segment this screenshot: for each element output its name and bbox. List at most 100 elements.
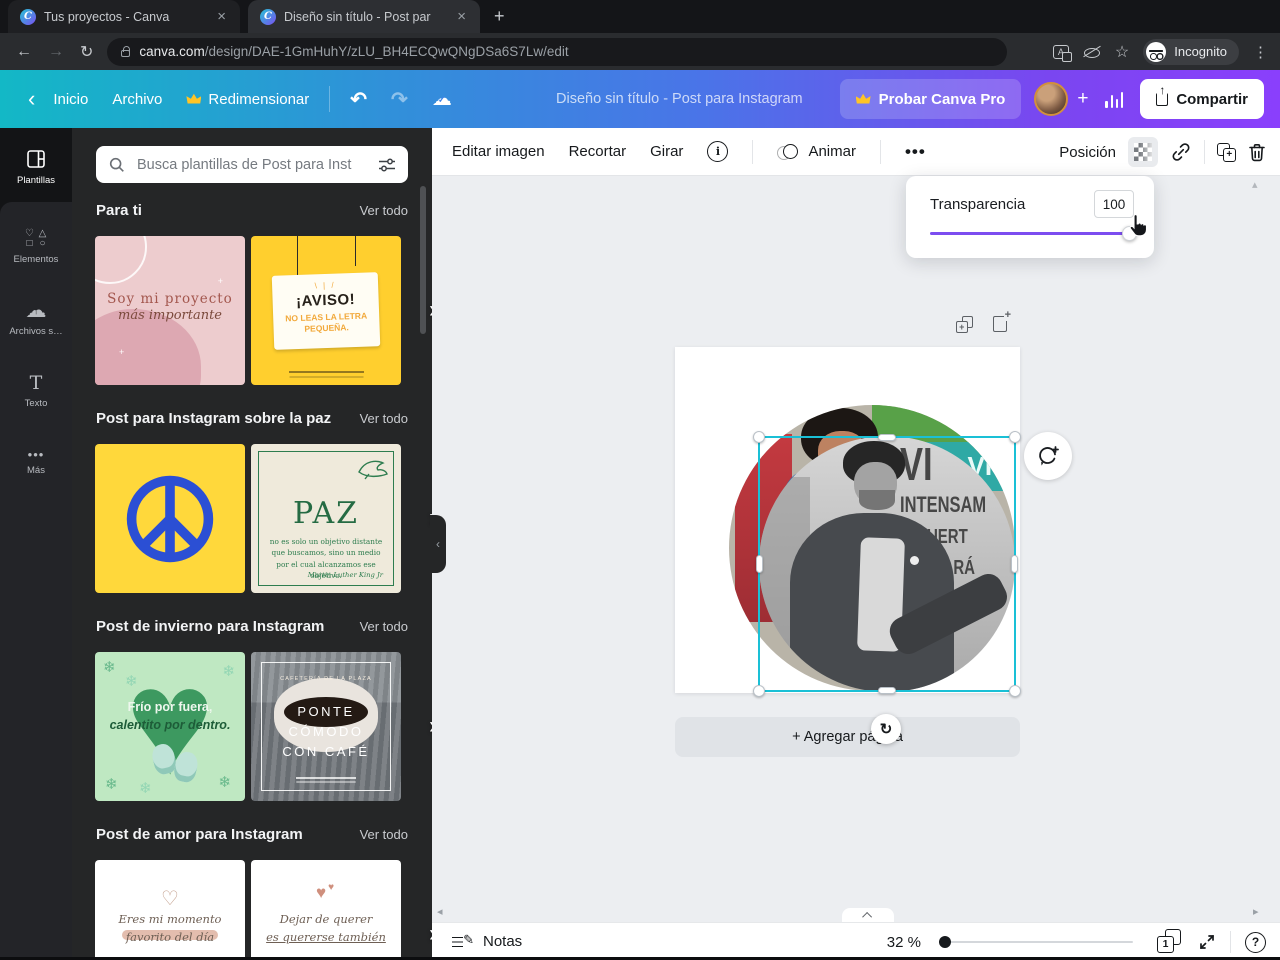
reload-icon[interactable]: ↻ [80,42,93,62]
template-thumb-frio[interactable]: ♥ ❄ ❄ ❄ ❄ ❄ ❄ Frío por fuera, calentito … [95,652,245,801]
close-tab-icon[interactable]: × [453,8,470,25]
browser-tab-design[interactable]: C Diseño sin título - Post par × [248,0,480,33]
undo-icon[interactable]: ↶ [350,87,367,112]
new-tab-button[interactable]: + [494,6,505,27]
resize-handle-top[interactable] [878,434,896,441]
menu-inicio[interactable]: Inicio [53,91,88,108]
dup-front: + [956,320,968,333]
try-pro-button[interactable]: Probar Canva Pro [839,79,1022,119]
sidebar-item-elementos[interactable]: ♡ △ □ ○ Elementos [0,214,72,280]
forward-icon[interactable]: → [48,43,64,61]
ver-todo-link[interactable]: Ver todo [360,619,408,634]
collapse-chevron-icon: ‹ [436,537,440,551]
resize-handle-left[interactable] [756,555,763,573]
template-thumb-amor-1[interactable]: ♡ Eres mi momento favorito del día [95,860,245,960]
close-tab-icon[interactable]: × [213,8,230,25]
resize-handle-se[interactable] [1009,685,1021,697]
home-back-icon[interactable]: ‹ [28,88,35,110]
statusbar-right-group: 32 % 1 ? [887,923,1266,960]
document-title[interactable]: Diseño sin título - Post para Instagram [556,91,803,107]
zoom-slider[interactable] [939,936,1133,948]
add-comment-button[interactable] [1024,432,1072,480]
ver-todo-link[interactable]: Ver todo [360,203,408,218]
share-label: Compartir [1176,90,1248,108]
sidebar-item-plantillas[interactable]: Plantillas [0,134,72,200]
eye-off-icon[interactable] [1083,45,1101,59]
template-search-box[interactable] [96,146,408,183]
animate-button[interactable]: Animar [777,143,856,161]
more-options-icon[interactable]: ••• [905,142,926,162]
back-icon[interactable]: ← [16,43,32,61]
scroll-left-icon[interactable]: ◂ [437,905,443,918]
sidebar-item-texto[interactable]: T Texto [0,358,72,424]
page-indicator[interactable]: 1 [1157,928,1181,953]
sidebar-item-archivos[interactable]: ☁ ↑ Archivos s… [0,286,72,352]
snowflake-icon: ❄ [103,659,116,676]
zoom-slider-thumb[interactable] [939,936,951,948]
template-thumb-amor-2[interactable]: ♥♥ Dejar de querer es quererse también [251,860,401,960]
flip-button[interactable]: Girar [650,143,683,160]
template-text: Dejar de querer [279,912,373,926]
template-thumb-peace-symbol[interactable] [95,444,245,593]
browser-menu-icon[interactable]: ⋮ [1253,43,1268,61]
template-thumb-proyecto[interactable]: + + Soy mi proyecto más importante [95,236,245,385]
browser-tab-strip: C Tus proyectos - Canva × C Diseño sin t… [0,0,1280,33]
resize-button[interactable]: Redimensionar [186,91,309,108]
help-button[interactable]: ? [1245,931,1266,953]
resize-handle-ne[interactable] [1009,431,1021,443]
template-row: PAZ no es solo un objetivo distante que … [95,444,432,593]
template-text: CON CAFÉ [282,744,370,759]
info-icon[interactable]: i [707,141,729,162]
url-text: canva.com/design/DAE-1GmHuhY/zLU_BH4ECQw… [139,44,568,59]
transparency-slider[interactable] [930,226,1137,241]
search-input[interactable] [135,155,369,174]
transparency-button[interactable] [1128,137,1158,167]
browser-tab-projects[interactable]: C Tus proyectos - Canva × [8,0,240,33]
delete-icon[interactable] [1248,143,1266,162]
insights-chart-icon[interactable] [1105,91,1124,108]
duplicate-page-icon[interactable]: + [956,316,973,333]
position-button[interactable]: Posición [1059,144,1116,161]
panel-collapse-tab[interactable]: ‹ [430,515,446,573]
bookmark-star-icon[interactable]: ☆ [1115,42,1129,62]
redo-icon[interactable]: ↷ [391,87,408,112]
incognito-label: Incognito [1174,44,1227,59]
collapse-bottombar-tab[interactable] [842,908,894,922]
template-text: PONTE [297,704,355,719]
decor-fine-print [288,371,364,373]
url-field[interactable]: canva.com/design/DAE-1GmHuhY/zLU_BH4ECQw… [107,37,1008,66]
duplicate-icon[interactable]: + [1217,142,1236,162]
share-button[interactable]: ↑ Compartir [1140,79,1264,119]
animate-label: Animar [808,143,856,160]
add-page-button[interactable]: + Agregar página [675,717,1020,757]
resize-handle-bottom[interactable] [878,687,896,694]
avatar[interactable] [1034,82,1069,116]
resize-handle-nw[interactable] [753,431,765,443]
ver-todo-link[interactable]: Ver todo [360,827,408,842]
design-image-bw-selected[interactable]: VI INTENSAM A MUERT EMBLARÁ TE UST [759,436,1015,692]
fullscreen-icon[interactable] [1198,933,1216,951]
statusbar-divider [1230,931,1231,953]
resize-handle-sw[interactable] [753,685,765,697]
template-text: es quererse también [266,930,386,944]
add-page-icon[interactable]: + [993,310,1012,332]
resize-handle-right[interactable] [1011,555,1018,573]
template-thumb-cafe[interactable]: CAFETERÍA DE LA PLAZA PONTE CÓMODO CON C… [251,652,401,801]
rotate-handle[interactable]: ↻ [871,714,901,744]
snowflake-icon: ❄ [222,663,235,680]
edit-image-button[interactable]: Editar imagen [452,143,545,160]
translate-icon[interactable]: A [1052,44,1072,62]
menu-archivo[interactable]: Archivo [112,91,162,108]
mouse-cursor [1129,214,1148,237]
add-member-icon[interactable]: + [1077,88,1088,110]
ver-todo-link[interactable]: Ver todo [360,411,408,426]
template-thumb-paz-quote[interactable]: PAZ no es solo un objetivo distante que … [251,444,401,593]
scroll-right-icon[interactable]: ▸ [1253,905,1259,918]
link-icon[interactable] [1170,141,1192,163]
template-thumb-aviso[interactable]: \ | / ¡AVISO! NO LEAS LA LETRA PEQUEÑA. [251,236,401,385]
sidebar-item-mas[interactable]: ••• Más [0,430,72,496]
crop-button[interactable]: Recortar [569,143,627,160]
scroll-up-icon[interactable]: ▴ [1252,178,1258,191]
notes-button[interactable]: ✎ Notas [432,932,522,950]
filter-icon[interactable] [378,157,396,173]
